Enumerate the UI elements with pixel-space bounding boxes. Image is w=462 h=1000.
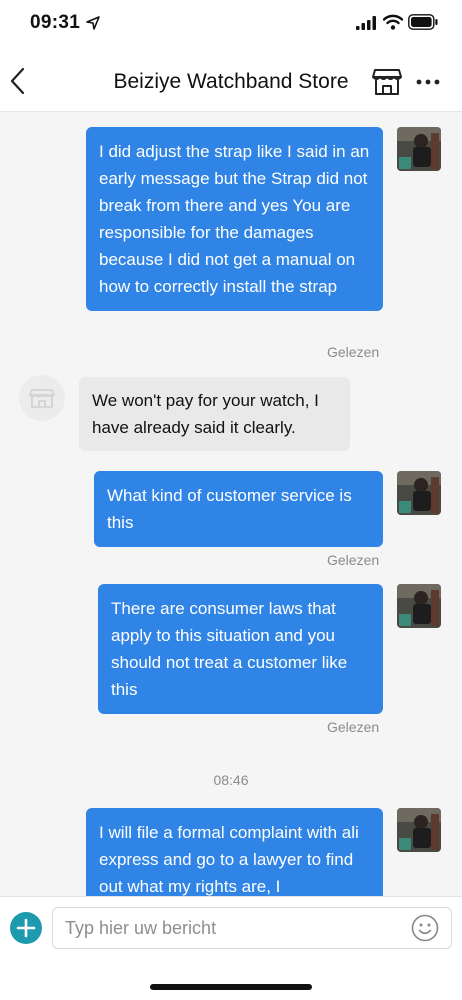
message-timestamp: 08:46	[213, 772, 249, 788]
user-avatar[interactable]	[397, 584, 441, 628]
user-avatar[interactable]	[397, 471, 441, 515]
cellular-signal-icon	[356, 16, 376, 30]
status-time: 09:31	[30, 12, 81, 33]
more-dots-icon[interactable]	[416, 78, 440, 86]
read-status: Gelezen	[327, 344, 380, 360]
message-input[interactable]	[52, 907, 452, 949]
store-icon	[29, 389, 55, 408]
outgoing-message[interactable]: I will file a formal complaint with ali …	[86, 808, 383, 896]
store-icon[interactable]	[372, 68, 402, 96]
outgoing-message[interactable]: What kind of customer service is this	[94, 471, 383, 547]
store-avatar[interactable]	[19, 375, 65, 421]
read-status: Gelezen	[327, 552, 380, 568]
add-attachment-button[interactable]	[10, 912, 42, 944]
location-arrow-icon	[86, 16, 100, 30]
chat-header: Beiziye Watchband Store	[0, 50, 462, 112]
user-avatar[interactable]	[397, 127, 441, 171]
status-bar: 09:31	[0, 0, 462, 50]
home-indicator[interactable]	[150, 984, 312, 990]
battery-icon	[408, 14, 438, 30]
emoji-icon[interactable]	[411, 914, 439, 942]
chat-messages[interactable]: I did adjust the strap like I said in an…	[0, 113, 462, 896]
user-avatar[interactable]	[397, 808, 441, 852]
outgoing-message[interactable]: There are consumer laws that apply to th…	[98, 584, 383, 714]
outgoing-message[interactable]: I did adjust the strap like I said in an…	[86, 127, 383, 311]
read-status: Gelezen	[327, 719, 380, 735]
message-input-bar	[0, 896, 462, 1000]
wifi-icon	[383, 14, 403, 30]
incoming-message[interactable]: We won't pay for your watch, I have alre…	[79, 377, 350, 451]
plus-icon	[16, 918, 36, 938]
